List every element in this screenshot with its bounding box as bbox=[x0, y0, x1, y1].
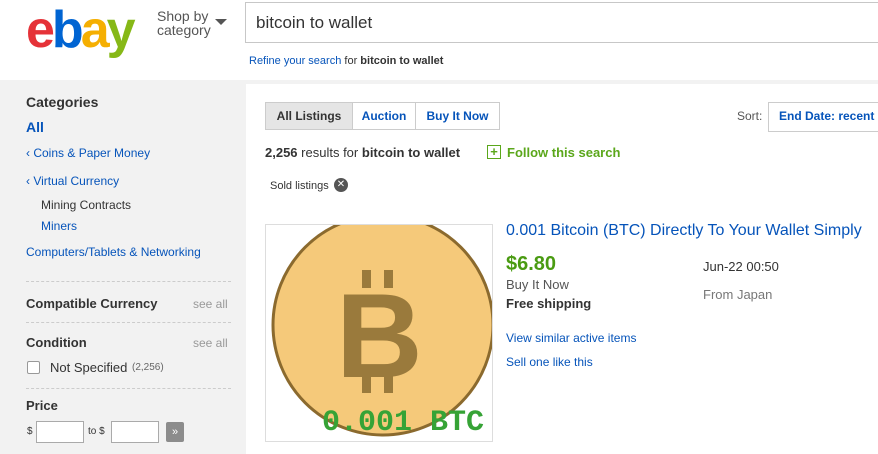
bitcoin-coin-image: B 0.001 BTC bbox=[271, 225, 492, 440]
price-min-input[interactable] bbox=[36, 421, 84, 443]
sold-listings-chip: Sold listings bbox=[270, 180, 329, 192]
tab-buy-it-now[interactable]: Buy It Now bbox=[415, 102, 500, 130]
item-format: Buy It Now bbox=[506, 277, 569, 292]
btc-symbol: B bbox=[336, 269, 423, 403]
refine-query: bitcoin to wallet bbox=[360, 55, 444, 67]
compatible-currency-heading: Compatible Currency bbox=[26, 296, 158, 311]
not-specified-checkbox[interactable] bbox=[27, 361, 40, 374]
refine-for-text: for bbox=[344, 55, 358, 67]
search-value: bitcoin to wallet bbox=[256, 13, 373, 32]
price-to-label: to $ bbox=[88, 426, 105, 437]
results-for-text: results for bbox=[301, 145, 359, 160]
category-all[interactable]: All bbox=[26, 119, 44, 135]
item-image[interactable]: B 0.001 BTC bbox=[265, 224, 493, 442]
ebay-logo[interactable]: ebay bbox=[26, 4, 136, 56]
sidebar-divider bbox=[26, 388, 231, 389]
sort-dropdown[interactable]: End Date: recent bbox=[768, 102, 878, 132]
shop-by-line1: Shop by bbox=[157, 8, 209, 24]
sidebar-divider bbox=[26, 322, 231, 323]
category-computers-tablets[interactable]: Computers/Tablets & Networking bbox=[26, 245, 201, 259]
sell-one-link[interactable]: Sell one like this bbox=[506, 355, 593, 369]
search-input[interactable]: bitcoin to wallet bbox=[245, 2, 878, 43]
see-all-currency-link[interactable]: see all bbox=[193, 297, 228, 311]
price-currency-label: $ bbox=[27, 426, 33, 437]
results-count-line: 2,256 results for bitcoin to wallet bbox=[265, 145, 460, 160]
categories-heading: Categories bbox=[26, 94, 99, 110]
item-title-link[interactable]: 0.001 Bitcoin (BTC) Directly To Your Wal… bbox=[506, 222, 862, 240]
chevron-left-icon: ‹ bbox=[26, 146, 30, 160]
shop-by-line2: category bbox=[157, 22, 211, 38]
close-icon[interactable]: ✕ bbox=[334, 178, 348, 192]
price-heading: Price bbox=[26, 398, 58, 413]
image-caption: 0.001 BTC bbox=[322, 406, 484, 440]
condition-heading: Condition bbox=[26, 335, 87, 350]
category-coins-paper-money[interactable]: ‹ Coins & Paper Money bbox=[26, 146, 150, 160]
follow-search-link[interactable]: Follow this search bbox=[507, 145, 620, 160]
sort-label: Sort: bbox=[737, 109, 763, 123]
category-miners[interactable]: Miners bbox=[41, 219, 77, 233]
refine-search-link[interactable]: Refine your search bbox=[249, 55, 341, 67]
item-end-date: Jun-22 00:50 bbox=[703, 259, 779, 274]
category-virtual-currency[interactable]: ‹ Virtual Currency bbox=[26, 174, 119, 188]
tab-auction[interactable]: Auction bbox=[352, 102, 416, 130]
category-mining-contracts[interactable]: Mining Contracts bbox=[41, 198, 131, 212]
price-submit-button[interactable]: » bbox=[166, 422, 184, 442]
shop-by-category-button[interactable]: Shop by category bbox=[157, 9, 211, 37]
condition-count: (2,256) bbox=[132, 362, 164, 373]
results-query: bitcoin to wallet bbox=[361, 145, 461, 160]
price-max-input[interactable] bbox=[111, 421, 159, 443]
category-label: Coins & Paper Money bbox=[33, 146, 151, 160]
plus-icon[interactable]: + bbox=[487, 145, 501, 159]
condition-option-label[interactable]: Not Specified bbox=[50, 360, 127, 375]
refine-search-line: Refine your search for bitcoin to wallet bbox=[249, 55, 443, 67]
item-location: From Japan bbox=[703, 287, 773, 302]
tab-all-listings[interactable]: All Listings bbox=[265, 102, 353, 130]
chevron-left-icon: ‹ bbox=[26, 174, 30, 188]
category-label: Virtual Currency bbox=[33, 174, 120, 188]
item-shipping: Free shipping bbox=[506, 296, 592, 311]
caret-down-icon[interactable] bbox=[215, 19, 227, 25]
item-price: $6.80 bbox=[506, 253, 557, 275]
see-all-condition-link[interactable]: see all bbox=[193, 336, 228, 350]
results-count: 2,256 bbox=[265, 145, 298, 160]
sidebar-divider bbox=[26, 281, 231, 282]
view-similar-link[interactable]: View similar active items bbox=[506, 331, 636, 345]
